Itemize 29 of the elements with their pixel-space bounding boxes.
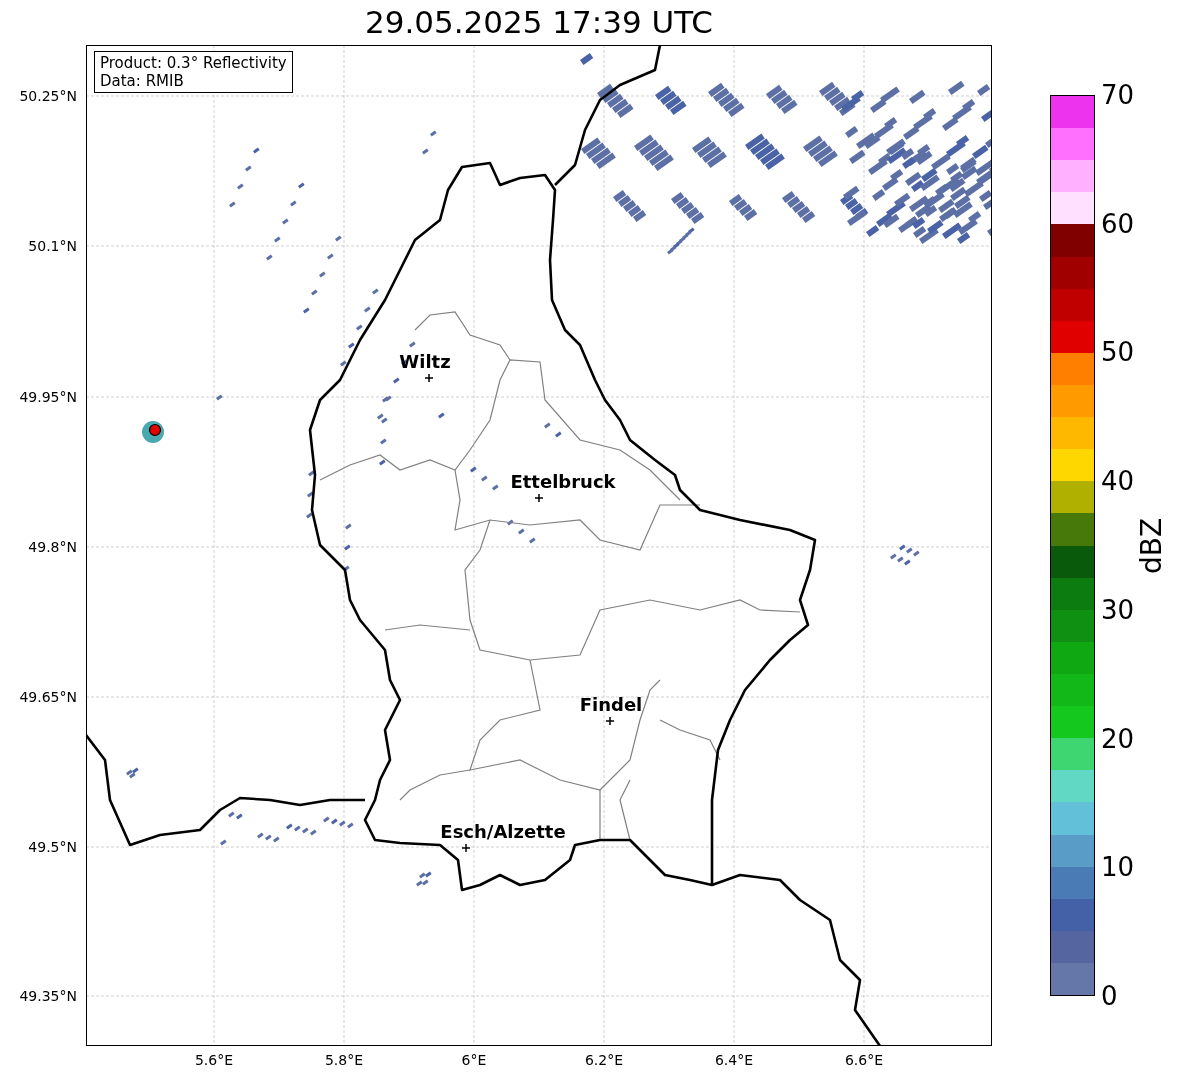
colorbar-tick-label: 20 <box>1101 724 1135 753</box>
info-text: Data: RMIB <box>100 72 185 90</box>
longitude-label: 6°E <box>461 1052 487 1068</box>
place-label: Wiltz <box>399 352 451 372</box>
colorbar-label: dBZ <box>1137 517 1167 574</box>
colorbar-tick-label: 40 <box>1101 467 1135 496</box>
latitude-label: 50.25°N <box>19 88 77 104</box>
longitude-label: 6.4°E <box>714 1052 754 1068</box>
colorbar-tick-label: 0 <box>1101 982 1118 1010</box>
place-label: Findel <box>579 695 643 715</box>
info-text: Product: 0.3° Reflectivity <box>100 54 287 72</box>
place-label: Ettelbruck <box>510 472 616 492</box>
longitude-label: 5.8°E <box>324 1052 364 1068</box>
colorbar-tick-label: 50 <box>1101 338 1135 367</box>
latitude-label: 49.8°N <box>28 539 77 555</box>
latitude-label: 49.35°N <box>19 988 77 1004</box>
latitude-label: 49.65°N <box>19 689 77 705</box>
longitude-label: 6.2°E <box>584 1052 624 1068</box>
colorbar-tick-label: 10 <box>1101 853 1135 882</box>
latitude-label: 49.95°N <box>19 389 77 405</box>
longitude-label: 6.6°E <box>844 1052 884 1068</box>
longitude-label: 5.6°E <box>194 1052 234 1068</box>
latitude-label: 49.5°N <box>28 839 77 855</box>
place-label: Esch/Alzette <box>440 822 566 842</box>
colorbar-tick-label: 70 <box>1101 81 1135 109</box>
latitude-label: 50.1°N <box>28 238 77 254</box>
chart-title: 29.05.2025 17:39 UTC <box>364 3 714 42</box>
colorbar-tick-label: 30 <box>1101 595 1135 624</box>
colorbar-tick-label: 60 <box>1101 209 1135 238</box>
